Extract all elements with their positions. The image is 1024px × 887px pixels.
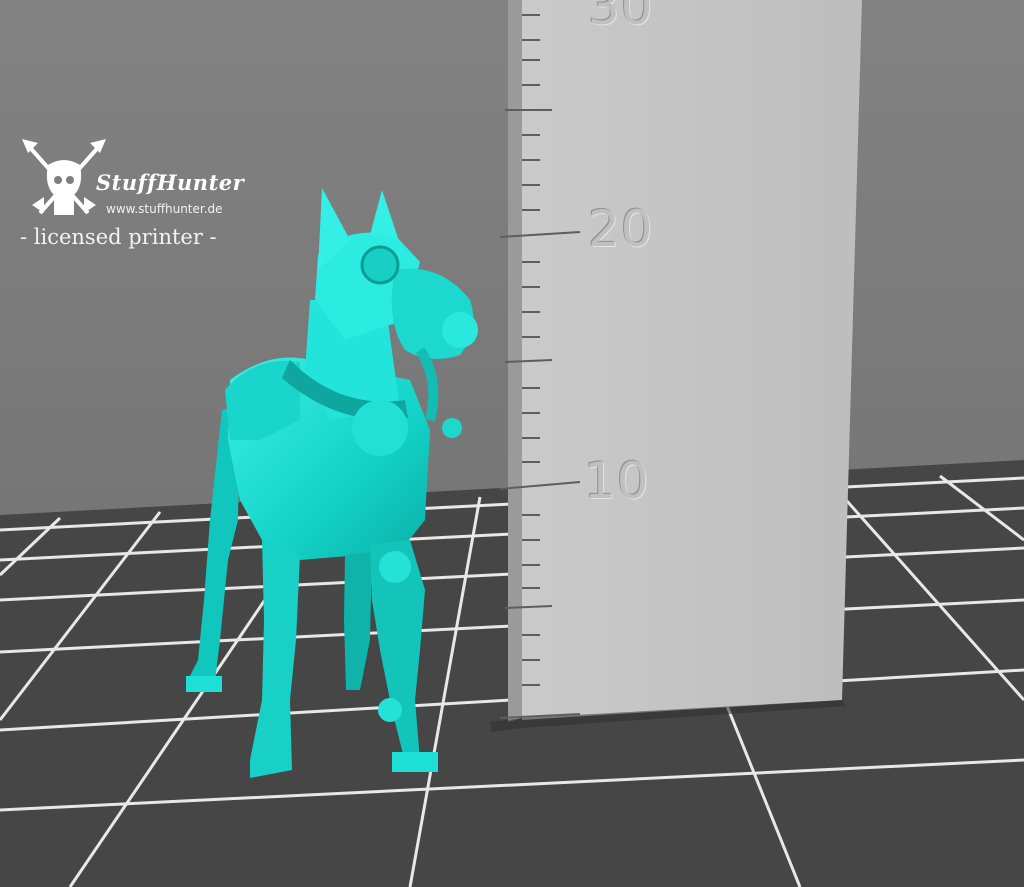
- model-mask-filter: [442, 312, 478, 348]
- model-mask-eyepiece: [360, 245, 400, 285]
- model-right-paw-block: [392, 752, 438, 772]
- model-knee-joint: [379, 551, 411, 583]
- ruler-label-20: 20: [588, 200, 654, 258]
- viewport-scene[interactable]: [0, 0, 1024, 887]
- logo-brand-name: StuffHunter: [96, 170, 245, 195]
- model-left-paw-block: [186, 676, 222, 692]
- 3d-viewport[interactable]: StuffHunter www.stuffhunter.de - license…: [0, 0, 1024, 887]
- logo-url: www.stuffhunter.de: [106, 202, 223, 216]
- logo-subtitle: - licensed printer -: [20, 225, 217, 249]
- model-ankle-joint: [378, 698, 402, 722]
- ruler-label-30: 30: [588, 0, 654, 36]
- ruler-front: [522, 0, 862, 720]
- model-side-bolt: [442, 418, 462, 438]
- model-chest-canister: [352, 400, 408, 456]
- skull-arrows-icon: [22, 139, 106, 215]
- ruler-label-10: 10: [584, 452, 650, 510]
